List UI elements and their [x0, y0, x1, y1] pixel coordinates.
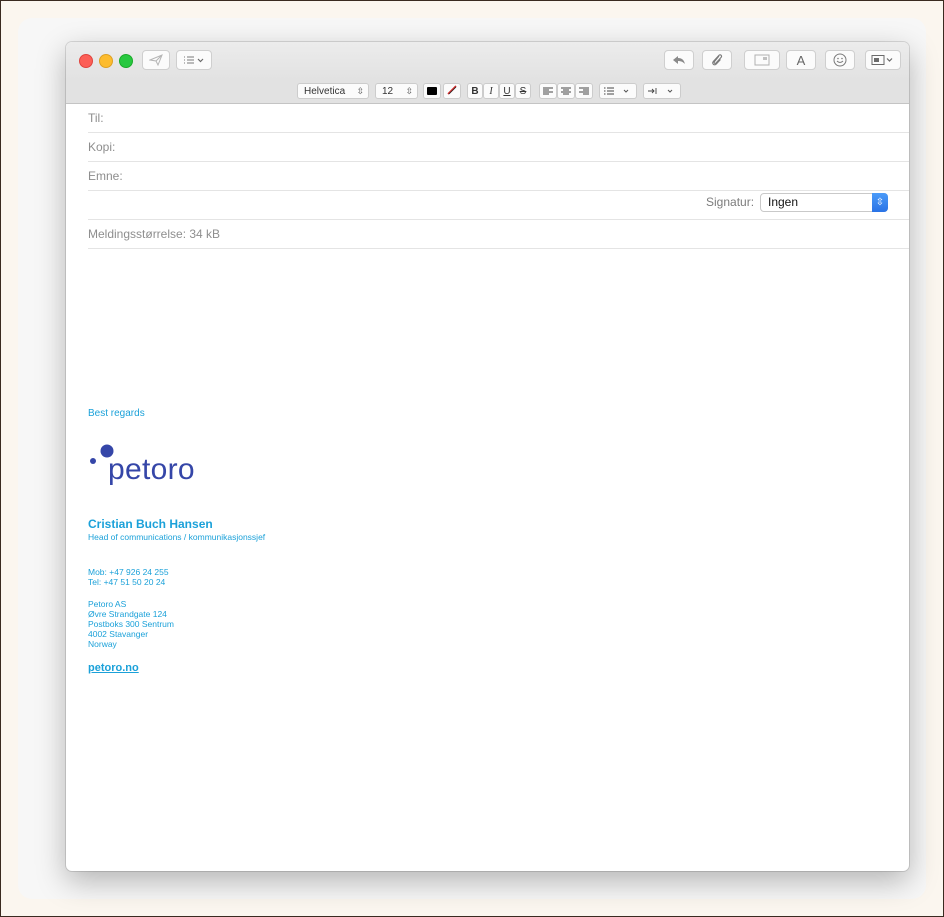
signature-select[interactable]: Ingen ⇳	[760, 193, 888, 212]
message-size-text: Meldingsstørrelse: 34 kB	[88, 227, 221, 241]
format-text-button[interactable]: A	[786, 50, 816, 70]
photo-browser-button[interactable]	[744, 50, 780, 70]
signature-address-line: Øvre Strandgate 124	[88, 609, 167, 619]
signature-address-line: Petoro AS	[88, 599, 127, 609]
bullet-list-icon	[604, 87, 629, 95]
underline-button[interactable]: U	[499, 83, 515, 99]
italic-button[interactable]: I	[483, 83, 499, 99]
alignment-group	[539, 83, 593, 99]
petoro-logo: petoro	[88, 440, 218, 492]
message-body[interactable]	[66, 249, 909, 871]
signature-name: Cristian Buch Hansen	[88, 517, 213, 531]
markup-icon	[871, 54, 895, 66]
reply-button[interactable]	[664, 50, 694, 70]
send-button[interactable]	[142, 50, 170, 70]
bold-button[interactable]: B	[467, 83, 483, 99]
to-field[interactable]: Til:	[88, 104, 909, 133]
minimize-button[interactable]	[99, 54, 113, 68]
signature-address-line: 4002 Stavanger	[88, 629, 149, 639]
select-arrows-icon: ⇳	[872, 193, 888, 212]
background-color-button[interactable]	[443, 83, 461, 99]
format-bar: Helvetica ⇳ 12 ⇳ B I U S	[66, 80, 909, 104]
signature-website-link[interactable]: petoro.no	[88, 662, 139, 674]
style-buttons-group: B I U S	[467, 83, 533, 99]
list-icon	[183, 55, 205, 65]
background-color-swatch-icon	[447, 84, 457, 98]
markup-button[interactable]	[865, 50, 901, 70]
align-left-icon	[543, 87, 553, 95]
message-size-row: Meldingsstørrelse: 34 kB	[88, 220, 909, 249]
signature-greeting: Best regards	[88, 408, 145, 419]
attach-button[interactable]	[702, 50, 732, 70]
align-right-button[interactable]	[575, 83, 593, 99]
zoom-button[interactable]	[119, 54, 133, 68]
signature-title: Head of communications / kommunikasjonss…	[88, 532, 266, 542]
header-fields-button[interactable]	[176, 50, 212, 70]
select-arrows-icon: ⇳	[356, 85, 364, 96]
signature-address-line: Norway	[88, 639, 117, 649]
signature-mobile: Mob: +47 926 24 255	[88, 567, 169, 577]
strikethrough-button[interactable]: S	[515, 83, 531, 99]
font-family-select[interactable]: Helvetica ⇳	[297, 83, 369, 99]
text-color-swatch-icon	[427, 87, 437, 95]
subject-label: Emne:	[88, 169, 123, 183]
to-label: Til:	[88, 111, 104, 125]
align-left-button[interactable]	[539, 83, 557, 99]
subject-field[interactable]: Emne:	[88, 162, 909, 191]
paper-plane-icon	[149, 54, 163, 66]
font-size-value: 12	[382, 85, 394, 97]
photo-browser-icon	[754, 54, 770, 66]
cc-label: Kopi:	[88, 140, 116, 154]
close-button[interactable]	[79, 54, 93, 68]
indent-icon	[648, 88, 673, 94]
signature-select-value: Ingen	[768, 195, 799, 209]
emoji-icon	[833, 53, 847, 67]
text-color-button[interactable]	[423, 83, 441, 99]
align-right-icon	[579, 87, 589, 95]
font-family-value: Helvetica	[304, 85, 346, 97]
titlebar: A	[66, 42, 909, 80]
font-size-select[interactable]: 12 ⇳	[375, 83, 418, 99]
paperclip-icon	[711, 53, 723, 67]
cc-field[interactable]: Kopi:	[88, 133, 909, 162]
compose-window: A Helvetica ⇳ 12 ⇳ B I U S Til: Kopi: Em…	[66, 42, 909, 871]
indent-button[interactable]	[643, 83, 681, 99]
signature-tel: Tel: +47 51 50 20 24	[88, 577, 166, 587]
align-center-icon	[561, 87, 571, 95]
list-style-button[interactable]	[599, 83, 637, 99]
petoro-logo-text: petoro	[108, 453, 195, 486]
align-center-button[interactable]	[557, 83, 575, 99]
signature-address-line: Postboks 300 Sentrum	[88, 619, 174, 629]
emoji-button[interactable]	[825, 50, 855, 70]
select-arrows-icon: ⇳	[405, 85, 413, 96]
signature-label: Signatur:	[706, 195, 755, 209]
reply-arrow-icon	[672, 55, 686, 65]
